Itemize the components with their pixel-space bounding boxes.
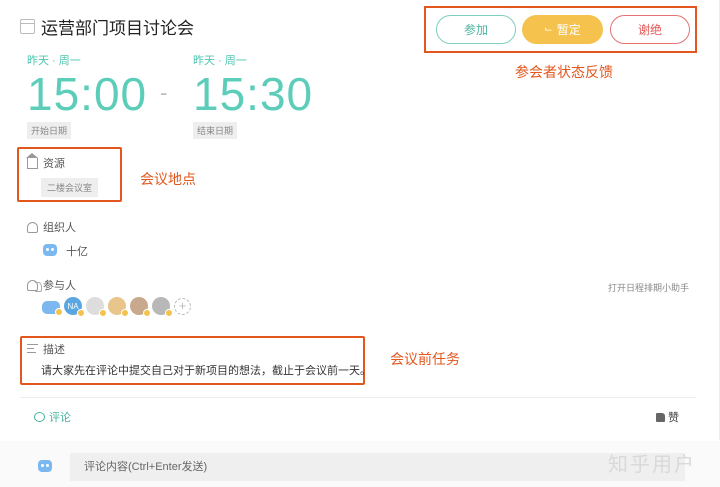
tentative-badge: [165, 309, 173, 317]
attendee-initials: NA: [67, 301, 79, 311]
room-tag[interactable]: 二楼会议室: [41, 178, 99, 197]
join-button[interactable]: 参加: [436, 15, 516, 44]
description-text: 请大家先在评论中提交自己对于新项目的想法，截止于会议前一天。: [41, 365, 371, 377]
start-time-block: 昨天 · 周一 15:00 开始日期: [27, 52, 147, 139]
status-annotation-box: 参加 ⌙ 暂定 谢绝: [424, 6, 697, 53]
description-label: 描述: [43, 344, 65, 356]
start-date-tag: 开始日期: [27, 122, 72, 139]
people-icon: [27, 279, 42, 292]
attendee-avatar[interactable]: [130, 297, 151, 317]
attendee-avatar[interactable]: NA: [64, 297, 85, 317]
tentative-label: 暂定: [556, 23, 581, 37]
resource-section: 资源: [26, 152, 65, 171]
organizer-avatar[interactable]: [43, 244, 57, 256]
schedule-assistant-link[interactable]: 打开日程排期小助手: [608, 281, 689, 294]
add-attendee-button[interactable]: +: [174, 297, 191, 315]
end-time: 15:30: [193, 68, 314, 120]
event-header: 运营部门项目讨论会: [20, 14, 194, 39]
attendee-avatar[interactable]: [108, 297, 129, 317]
comment-input[interactable]: [70, 453, 685, 481]
organizer-section: 组织人: [27, 219, 76, 235]
end-date-tag: 结束日期: [193, 122, 238, 139]
comment-label: 评论: [49, 412, 71, 424]
thumbs-up-icon: [656, 412, 665, 422]
chat-icon: [34, 412, 45, 422]
comment-button[interactable]: 评论: [34, 409, 71, 425]
tentative-badge: [121, 309, 129, 317]
attendee-avatar[interactable]: [86, 297, 107, 317]
attendees-label: 参与人: [43, 280, 76, 292]
calendar-icon: [20, 19, 35, 34]
person-icon: [27, 221, 38, 233]
tentative-button[interactable]: ⌙ 暂定: [522, 15, 603, 44]
tentative-badge: [55, 307, 63, 316]
home-icon: [26, 152, 38, 169]
tentative-badge: [143, 309, 151, 317]
attendees-section: 参与人: [27, 277, 76, 293]
status-annotation: 参会者状态反馈: [515, 64, 613, 80]
time-separator: -: [160, 80, 168, 105]
description-annotation: 会议前任务: [390, 351, 460, 367]
description-icon: [27, 343, 38, 355]
start-time: 15:00: [27, 68, 148, 120]
tentative-badge: [99, 309, 107, 317]
like-label: 赞: [668, 412, 679, 424]
tentative-badge: [77, 309, 85, 317]
watermark: 知乎用户: [608, 454, 696, 476]
decline-button[interactable]: 谢绝: [610, 15, 690, 44]
end-time-block: 昨天 · 周一 15:30 结束日期: [193, 52, 313, 139]
event-title: 运营部门项目讨论会: [41, 19, 194, 38]
event-detail-card: 运营部门项目讨论会 参加 ⌙ 暂定 谢绝 参会者状态反馈 昨天 · 周一 15:…: [0, 0, 720, 440]
divider: [20, 397, 696, 398]
end-day: 昨天 · 周一: [193, 55, 247, 67]
attendee-list: NA +: [42, 297, 191, 317]
organizer-label: 组织人: [43, 222, 76, 234]
resource-label: 资源: [43, 158, 65, 170]
attendee-avatar[interactable]: [152, 297, 173, 317]
tentative-mark-icon: ⌙: [544, 24, 553, 35]
attendee-avatar[interactable]: [42, 300, 63, 316]
start-day: 昨天 · 周一: [27, 55, 81, 67]
like-button[interactable]: 赞: [656, 409, 679, 425]
current-user-avatar: [38, 460, 52, 472]
organizer-name: 十亿: [66, 246, 88, 258]
location-annotation: 会议地点: [140, 171, 196, 187]
description-section: 描述: [27, 341, 65, 357]
